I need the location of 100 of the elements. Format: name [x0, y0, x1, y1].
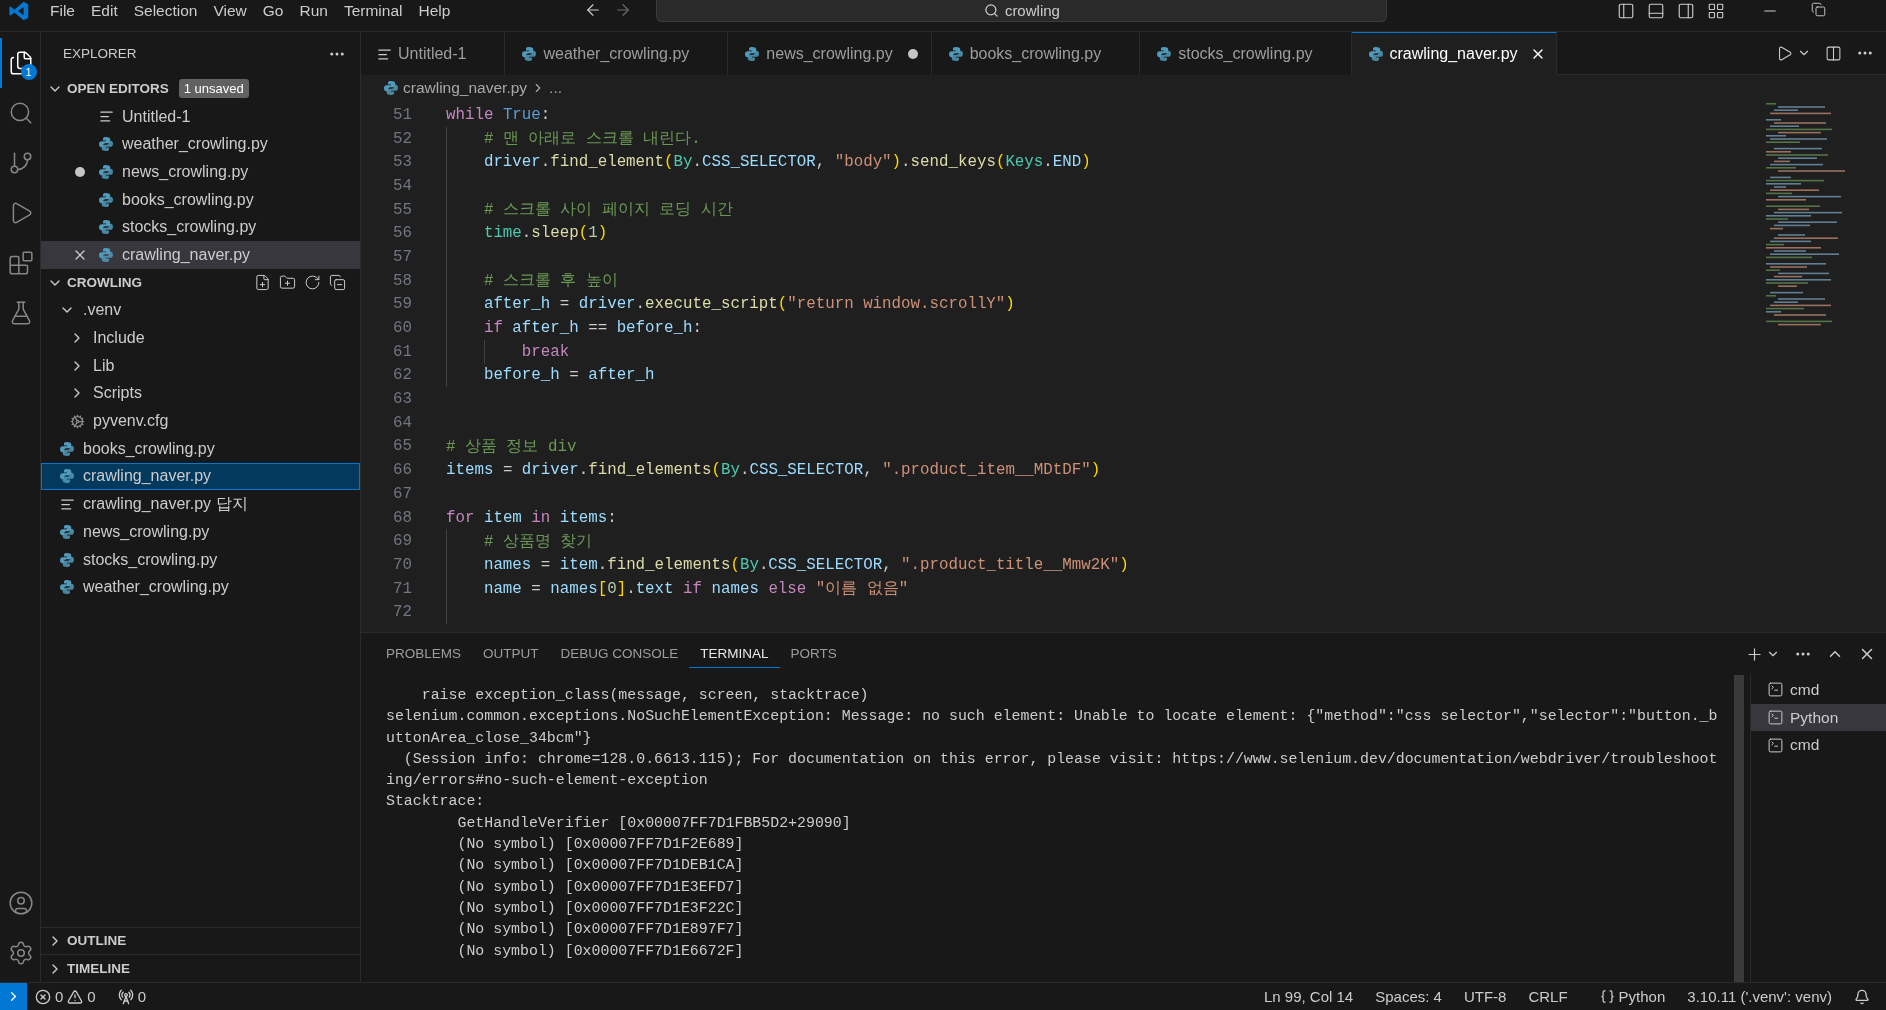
panel-tab[interactable]: TERMINAL [689, 640, 780, 668]
code-line: while True: [446, 105, 551, 124]
section-title[interactable]: CROWLING [67, 275, 142, 291]
tree-item[interactable]: Scripts [41, 379, 360, 408]
code-line: # 스크롤 사이 페이지 로딩 시간 [483, 200, 733, 221]
run-icon[interactable] [1776, 44, 1793, 62]
menu-item[interactable]: Help [410, 0, 459, 21]
breadcrumb-item[interactable]: ... [549, 79, 562, 97]
editor-tab[interactable]: stocks_crowling.py [1140, 32, 1352, 75]
editor-tab[interactable]: crawling_naver.py [1351, 32, 1557, 75]
terminal-line: (No symbol) [0x00007FF7D1DEB1CA] [456, 856, 744, 876]
open-editor-item[interactable]: books_crowling.py [41, 185, 360, 214]
menu-item[interactable]: View [205, 0, 255, 21]
interpreter-version[interactable]: 3.10.11 ('.venv': venv) [1687, 988, 1832, 1005]
layout-icon[interactable] [1707, 2, 1725, 20]
terminal-icon [1767, 681, 1784, 699]
warning-icon[interactable] [67, 988, 84, 1005]
error-count[interactable]: 0 [55, 988, 64, 1005]
line-number: 58 [392, 271, 412, 290]
line-number: 61 [392, 342, 412, 361]
split-editor-icon[interactable] [1825, 44, 1842, 62]
section-title[interactable]: OPEN EDITORS [67, 81, 169, 97]
terminal-item[interactable]: cmd [1751, 676, 1886, 704]
app-logo-icon [8, 0, 30, 22]
terminal-item[interactable]: Python [1751, 703, 1886, 732]
collapse-icon[interactable] [329, 274, 346, 292]
terminal-item[interactable]: cmd [1751, 731, 1886, 760]
ports-icon[interactable] [117, 988, 134, 1005]
python-file-icon [98, 219, 114, 236]
tree-item[interactable]: .venv [41, 296, 360, 325]
menu-item[interactable]: Edit [83, 0, 126, 21]
sidebar-toggle-icon[interactable] [1617, 2, 1635, 20]
section-title[interactable]: TIMELINE [67, 961, 130, 977]
line-number: 55 [392, 200, 412, 219]
open-editor-item[interactable]: Untitled-1 [41, 102, 360, 131]
panel-tab[interactable]: PROBLEMS [375, 640, 473, 668]
bell-icon[interactable] [1854, 988, 1870, 1005]
open-editor-item[interactable]: stocks_crowling.py [41, 213, 360, 242]
tree-item[interactable]: Include [41, 324, 360, 352]
editor-tab[interactable]: books_crowling.py [931, 32, 1141, 75]
panel-toggle-icon[interactable] [1647, 2, 1665, 20]
python-file-icon [947, 46, 964, 62]
open-editor-item[interactable]: crawling_naver.py [41, 241, 360, 269]
status-item[interactable]: UTF-8 [1463, 988, 1507, 1005]
tree-item[interactable]: crawling_naver.py 답지 [41, 490, 360, 518]
secondary-sidebar-icon[interactable] [1677, 2, 1695, 20]
error-icon[interactable] [35, 988, 51, 1005]
restore-icon[interactable] [1811, 2, 1826, 17]
menu-item[interactable]: Run [291, 0, 336, 21]
search-icon[interactable] [8, 100, 34, 126]
editor-tab[interactable]: Untitled-1 [361, 32, 506, 75]
terminal-line: Stacktrace: [386, 792, 485, 812]
menu-item[interactable]: Selection [125, 0, 206, 21]
section-title[interactable]: OUTLINE [67, 933, 127, 949]
open-editor-item[interactable]: weather_crowling.py [41, 130, 360, 159]
scrollbar[interactable] [1734, 675, 1744, 982]
status-item[interactable]: CRLF [1528, 988, 1568, 1005]
status-item[interactable]: Ln 99, Col 14 [1263, 988, 1354, 1005]
code-line: break [521, 342, 570, 361]
panel-tab[interactable]: PORTS [779, 640, 848, 668]
warning-count[interactable]: 0 [87, 988, 96, 1005]
tree-item[interactable]: books_crowling.py [41, 434, 360, 463]
ports-count[interactable]: 0 [137, 988, 147, 1005]
line-number: 53 [392, 153, 412, 172]
breadcrumb-item[interactable]: crawling_naver.py [403, 79, 528, 97]
settings-icon[interactable] [8, 940, 34, 966]
code-line: names = item.find_elements(By.CSS_SELECTOR, ".product_title__Mmw2K") [483, 555, 1129, 574]
menu-item[interactable]: Go [254, 0, 292, 21]
terminal-icon [1767, 709, 1784, 727]
status-item[interactable]: Spaces: 4 [1375, 988, 1442, 1005]
code-line: # 상품 정보 div [446, 436, 577, 457]
tree-item[interactable]: pyvenv.cfg [41, 407, 360, 435]
tree-item[interactable]: Lib [41, 351, 360, 380]
panel-tab[interactable]: OUTPUT [472, 640, 550, 668]
files-icon[interactable] [8, 50, 34, 76]
new-file-icon[interactable] [254, 274, 271, 292]
line-number: 52 [392, 129, 412, 148]
tree-item[interactable]: stocks_crowling.py [41, 545, 360, 574]
search-field[interactable]: crowling [656, 0, 1388, 22]
editor-tab[interactable]: weather_crowling.py [505, 32, 729, 75]
account-icon[interactable] [8, 890, 34, 916]
tree-item[interactable]: crawling_naver.py [41, 462, 360, 491]
refresh-icon[interactable] [304, 274, 321, 292]
new-folder-icon[interactable] [279, 274, 296, 292]
tree-item[interactable]: weather_crowling.py [41, 573, 360, 602]
extensions-icon[interactable] [8, 250, 34, 276]
menu-item[interactable]: Terminal [335, 0, 411, 21]
count-badge: 1 [20, 64, 37, 80]
branch-icon[interactable] [8, 150, 34, 176]
tree-item[interactable]: news_crowling.py [41, 518, 360, 546]
editor-tab[interactable]: news_crowling.py [728, 32, 932, 75]
python-file-icon [383, 80, 399, 96]
language-mode[interactable]: Python [1618, 988, 1666, 1005]
python-file-icon [59, 523, 75, 540]
open-editor-item[interactable]: news_crowling.py [41, 158, 360, 186]
braces-icon[interactable] [1599, 989, 1615, 1004]
menu-item[interactable]: File [42, 0, 83, 21]
panel-tab[interactable]: DEBUG CONSOLE [549, 640, 690, 668]
python-file-icon [59, 468, 75, 485]
python-file-icon [1367, 46, 1384, 62]
